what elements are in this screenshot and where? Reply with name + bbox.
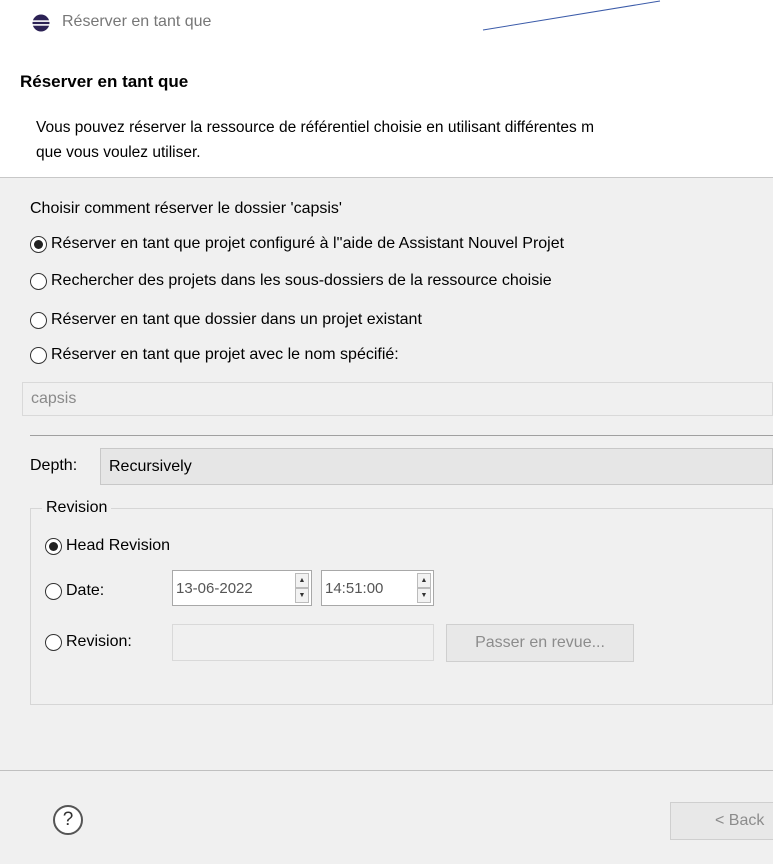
radio-existing-project-folder[interactable]: Réserver en tant que dossier dans un pro… [30,308,422,332]
depth-value: Recursively [109,457,192,475]
footer-separator [0,770,773,771]
project-name-input[interactable]: capsis [22,382,773,416]
page-description: Vous pouvez réserver la ressource de réf… [36,115,594,165]
checkout-prompt: Choisir comment réserver le dossier 'cap… [30,200,342,217]
radio-indicator[interactable] [45,633,62,651]
date-value: 13-06-2022 [176,579,253,597]
radio-search-subfolders[interactable]: Rechercher des projets dans les sous-dos… [30,269,552,293]
back-button-label: < Back [715,812,765,829]
eclipse-icon [32,14,50,32]
radio-revision-number[interactable]: Revision: [45,630,132,654]
time-value: 14:51:00 [325,579,384,597]
radio-indicator[interactable] [45,537,62,555]
radio-indicator[interactable] [30,235,47,253]
date-spinner[interactable]: 13-06-2022 ▲ ▼ [172,570,312,606]
radio-indicator[interactable] [30,346,47,364]
radio-label: Réserver en tant que projet avec le nom … [51,346,399,363]
spin-up-icon[interactable]: ▲ [295,573,309,588]
depth-label: Depth: [30,457,78,474]
description-line-1: Vous pouvez réserver la ressource de réf… [36,119,595,136]
radio-configure-project[interactable]: Réserver en tant que projet configuré à … [30,232,564,256]
date-spin-buttons: ▲ ▼ [295,573,309,603]
browse-button[interactable]: Passer en revue... [446,624,634,662]
radio-indicator[interactable] [30,272,47,290]
time-spin-buttons: ▲ ▼ [417,573,431,603]
radio-indicator[interactable] [45,582,62,600]
revision-group-label: Revision [42,499,112,517]
back-button[interactable]: < Back [670,802,773,840]
help-symbol: ? [62,809,74,830]
depth-select[interactable]: Recursively [100,448,773,485]
page-title: Réserver en tant que [20,72,189,91]
spin-up-icon[interactable]: ▲ [417,573,431,588]
window-title: Réserver en tant que [62,13,212,30]
spin-down-icon[interactable]: ▼ [295,588,309,603]
description-line-2: que vous voulez utiliser. [36,144,201,161]
radio-label: Revision: [66,633,132,650]
help-icon[interactable]: ? [53,805,83,835]
radio-label: Rechercher des projets dans les sous-dos… [51,272,552,289]
radio-head-revision[interactable]: Head Revision [45,534,170,558]
spin-down-icon[interactable]: ▼ [417,588,431,603]
radio-label: Réserver en tant que dossier dans un pro… [51,311,422,328]
radio-date[interactable]: Date: [45,579,104,603]
separator [30,435,773,436]
radio-label: Réserver en tant que projet configuré à … [51,235,565,252]
project-name-value: capsis [31,390,77,407]
radio-indicator[interactable] [30,311,47,329]
radio-named-project[interactable]: Réserver en tant que projet avec le nom … [30,343,399,367]
annotation-line [482,0,661,31]
revision-number-input[interactable] [172,624,434,661]
time-spinner[interactable]: 14:51:00 ▲ ▼ [321,570,434,606]
radio-label: Head Revision [66,537,171,554]
radio-label: Date: [66,582,105,599]
